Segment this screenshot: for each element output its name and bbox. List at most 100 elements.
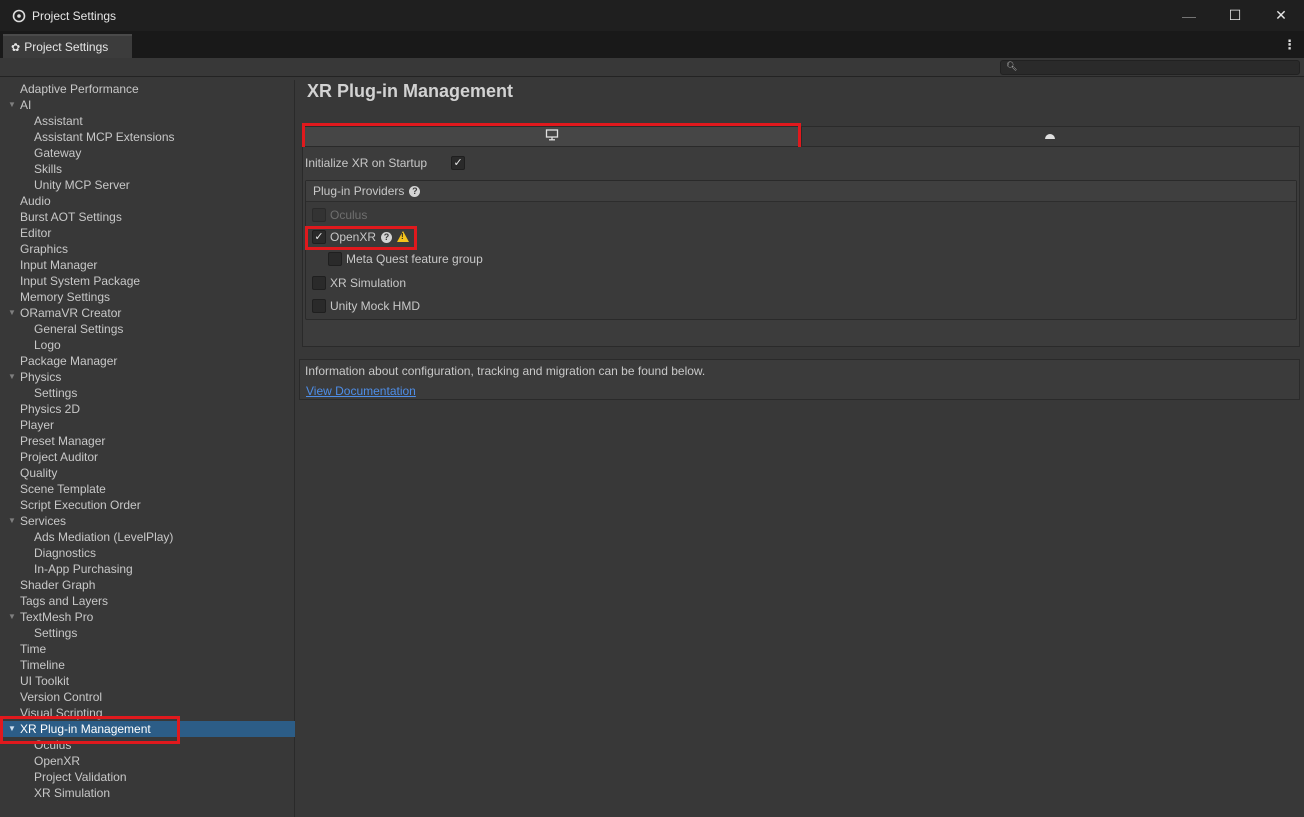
search-input[interactable]: 🔍︎ <box>1000 60 1300 75</box>
sidebar-item[interactable]: Oculus <box>3 737 295 753</box>
warning-icon[interactable] <box>397 230 410 242</box>
sidebar-item[interactable]: Timeline <box>3 657 295 673</box>
sidebar-item[interactable]: Shader Graph <box>3 577 295 593</box>
plugin-providers-label: Plug-in Providers <box>313 184 405 198</box>
sidebar-item-label: Shader Graph <box>20 578 96 592</box>
sidebar-item[interactable]: Audio <box>3 193 295 209</box>
sidebar-item-label: Version Control <box>20 690 103 704</box>
gear-icon: ✿ <box>11 41 21 54</box>
sidebar-item[interactable]: Ads Mediation (LevelPlay) <box>3 529 295 545</box>
main-panel: XR Plug-in Management Initialize XR on S… <box>296 78 1304 817</box>
expand-arrow-icon[interactable]: ▼ <box>8 721 16 737</box>
sidebar-item-label: Skills <box>34 162 63 176</box>
sidebar-item[interactable]: Burst AOT Settings <box>3 209 295 225</box>
sidebar-item[interactable]: UI Toolkit <box>3 673 295 689</box>
sidebar-item-label: Burst AOT Settings <box>20 210 122 224</box>
sidebar-item-label: Physics 2D <box>20 402 81 416</box>
expand-arrow-icon[interactable]: ▼ <box>8 369 16 385</box>
sidebar-item[interactable]: Input System Package <box>3 273 295 289</box>
sidebar-item[interactable]: ▼ ORamaVR Creator <box>3 305 295 321</box>
tab-project-settings[interactable]: ✿ Project Settings <box>3 34 132 58</box>
sidebar-item[interactable]: Package Manager <box>3 353 295 369</box>
init-xr-checkbox[interactable]: ✓ <box>451 156 466 170</box>
tab-android[interactable] <box>801 126 1300 147</box>
sidebar-item[interactable]: ▼ Physics <box>3 369 295 385</box>
sidebar-item-label: Diagnostics <box>34 546 97 560</box>
sidebar-item[interactable]: Player <box>3 417 295 433</box>
provider-unity-mock-hmd-checkbox[interactable] <box>312 299 326 313</box>
more-options-icon[interactable]: ⋮ <box>1283 37 1296 53</box>
expand-arrow-icon[interactable]: ▼ <box>8 513 16 529</box>
sidebar-item-label: Services <box>20 514 67 528</box>
sidebar-item[interactable]: Unity MCP Server <box>3 177 295 193</box>
sidebar-item[interactable]: Input Manager <box>3 257 295 273</box>
sidebar-item-label: Editor <box>20 226 52 240</box>
openxr-help-icon[interactable]: ? <box>381 231 393 243</box>
provider-meta-quest-checkbox[interactable] <box>328 252 342 266</box>
sidebar-item[interactable]: Memory Settings <box>3 289 295 305</box>
sidebar-item[interactable]: ▼ TextMesh Pro <box>3 609 295 625</box>
provider-openxr-checkbox[interactable]: ✓ <box>312 230 326 244</box>
sidebar-item[interactable]: Project Validation <box>3 769 295 785</box>
sidebar-item[interactable]: Scene Template <box>3 481 295 497</box>
sidebar-item[interactable]: Project Auditor <box>3 449 295 465</box>
close-button[interactable]: ✕ <box>1258 0 1304 31</box>
sidebar-item-label: Visual Scripting <box>20 706 103 720</box>
provider-xr-simulation-checkbox[interactable] <box>312 276 326 290</box>
expand-arrow-icon[interactable]: ▼ <box>8 97 16 113</box>
provider-unity-mock-hmd: Unity Mock HMD <box>312 298 420 314</box>
sidebar-item[interactable]: Adaptive Performance <box>3 81 295 97</box>
unity-app-icon <box>12 9 26 23</box>
sidebar-item[interactable]: Physics 2D <box>3 401 295 417</box>
sidebar-item-label: Tags and Layers <box>20 594 109 608</box>
expand-arrow-icon[interactable]: ▼ <box>8 609 16 625</box>
sidebar-item-label: General Settings <box>34 322 124 336</box>
sidebar-item[interactable]: ▼ Services <box>3 513 295 529</box>
minimize-button[interactable]: — <box>1166 0 1212 31</box>
maximize-button[interactable]: ☐ <box>1212 0 1258 31</box>
sidebar-item-label: Player <box>20 418 55 432</box>
sidebar-item[interactable]: In-App Purchasing <box>3 561 295 577</box>
init-xr-row: Initialize XR on Startup ✓ <box>305 155 466 171</box>
sidebar-item-label: OpenXR <box>34 754 81 768</box>
sidebar-item[interactable]: Diagnostics <box>3 545 295 561</box>
sidebar-item-label: Memory Settings <box>20 290 111 304</box>
tab-standalone[interactable] <box>302 126 802 147</box>
sidebar-item[interactable]: Script Execution Order <box>3 497 295 513</box>
info-box: Information about configuration, trackin… <box>299 359 1300 400</box>
sidebar-item-label: Adaptive Performance <box>20 82 139 96</box>
sidebar-item[interactable]: Visual Scripting <box>3 705 295 721</box>
expand-arrow-icon[interactable]: ▼ <box>8 305 16 321</box>
sidebar-item[interactable]: Version Control <box>3 689 295 705</box>
sidebar-item[interactable]: Time <box>3 641 295 657</box>
platform-tabs <box>302 126 1300 147</box>
sidebar-item-label: Ads Mediation (LevelPlay) <box>34 530 174 544</box>
sidebar-item[interactable]: XR Simulation <box>3 785 295 801</box>
sidebar-item-label: Assistant MCP Extensions <box>34 130 175 144</box>
sidebar-item[interactable]: Logo <box>3 337 295 353</box>
sidebar-item[interactable]: Assistant <box>3 113 295 129</box>
sidebar-item[interactable]: ▼ XR Plug-in Management <box>3 721 295 737</box>
sidebar-item-label: In-App Purchasing <box>34 562 133 576</box>
sidebar-item[interactable]: Assistant MCP Extensions <box>3 129 295 145</box>
sidebar-item[interactable]: Tags and Layers <box>3 593 295 609</box>
sidebar-item[interactable]: General Settings <box>3 321 295 337</box>
provider-oculus: Oculus <box>312 207 367 223</box>
view-documentation-link[interactable]: View Documentation <box>306 384 416 398</box>
sidebar-item[interactable]: Settings <box>3 385 295 401</box>
help-icon[interactable]: ? <box>409 185 421 197</box>
title-bar: Project Settings — ☐ ✕ <box>0 0 1304 31</box>
sidebar-item-label: Time <box>20 642 47 656</box>
sidebar-item[interactable]: Graphics <box>3 241 295 257</box>
provider-xr-simulation-label: XR Simulation <box>330 276 407 290</box>
sidebar-item[interactable]: Skills <box>3 161 295 177</box>
sidebar-item[interactable]: Preset Manager <box>3 433 295 449</box>
sidebar-item[interactable]: Editor <box>3 225 295 241</box>
sidebar-item-label: Logo <box>34 338 61 352</box>
sidebar-item[interactable]: OpenXR <box>3 753 295 769</box>
sidebar-item[interactable]: Gateway <box>3 145 295 161</box>
sidebar-item-label: Package Manager <box>20 354 118 368</box>
sidebar-item[interactable]: Settings <box>3 625 295 641</box>
sidebar-item[interactable]: ▼ AI <box>3 97 295 113</box>
sidebar-item[interactable]: Quality <box>3 465 295 481</box>
